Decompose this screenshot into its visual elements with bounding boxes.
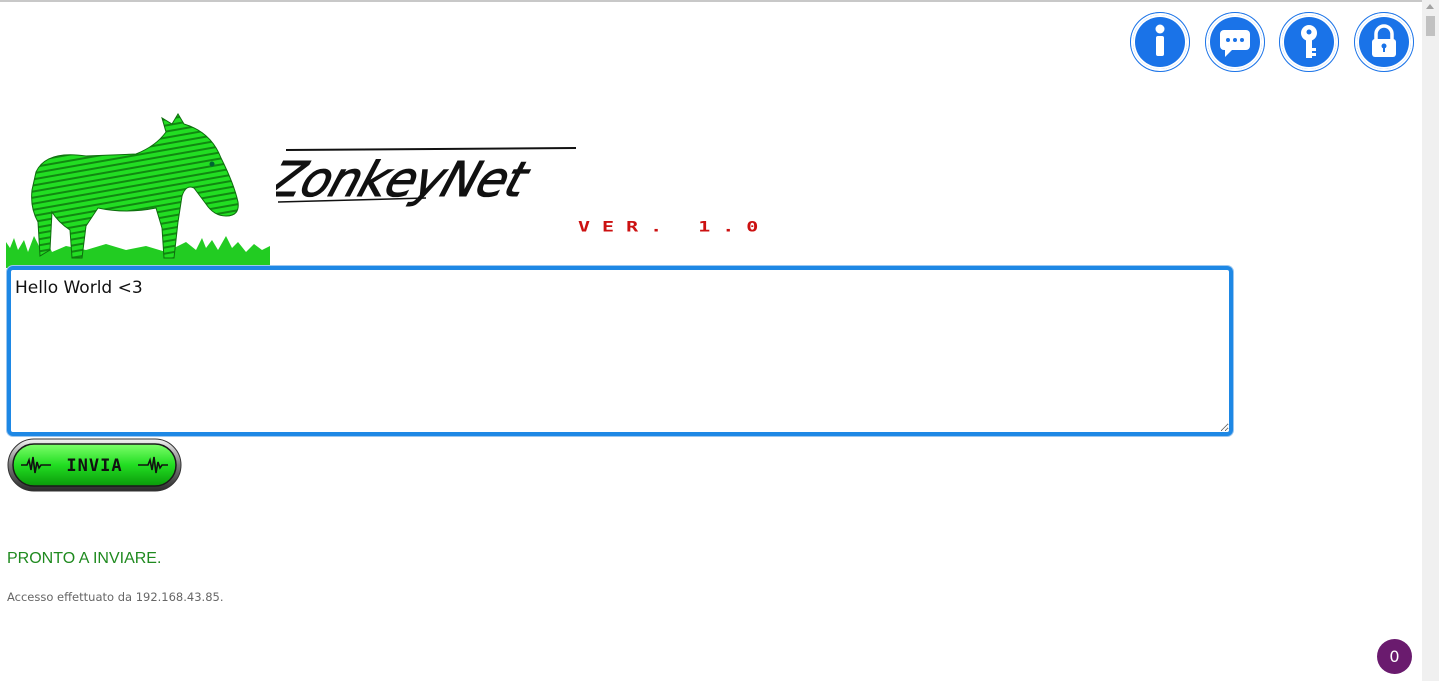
version-label: VER. 1.0 <box>578 218 771 235</box>
lock-icon <box>1355 13 1413 71</box>
logout-button[interactable] <box>1354 12 1414 72</box>
key-icon <box>1280 13 1338 71</box>
scroll-thumb[interactable] <box>1426 16 1435 36</box>
send-button[interactable]: INVIA <box>7 438 182 492</box>
chat-icon <box>1206 13 1264 71</box>
key-button[interactable] <box>1279 12 1339 72</box>
send-button-label: INVIA <box>66 456 122 476</box>
info-icon <box>1131 13 1189 71</box>
status-message: PRONTO A INVIARE. <box>7 550 162 567</box>
donkey-logo <box>6 113 270 268</box>
vertical-scrollbar[interactable] <box>1422 0 1439 681</box>
scroll-up-arrow-icon[interactable] <box>1426 4 1434 9</box>
info-button[interactable] <box>1130 12 1190 72</box>
brand-logo: ZonkeyNet <box>276 147 577 208</box>
window-top-border <box>0 0 1422 2</box>
message-input[interactable]: Hello World <3 <box>7 266 1233 436</box>
notification-counter[interactable]: 0 <box>1377 639 1412 674</box>
chat-button[interactable] <box>1205 12 1265 72</box>
access-info: Accesso effettuato da 192.168.43.85. <box>7 590 224 604</box>
